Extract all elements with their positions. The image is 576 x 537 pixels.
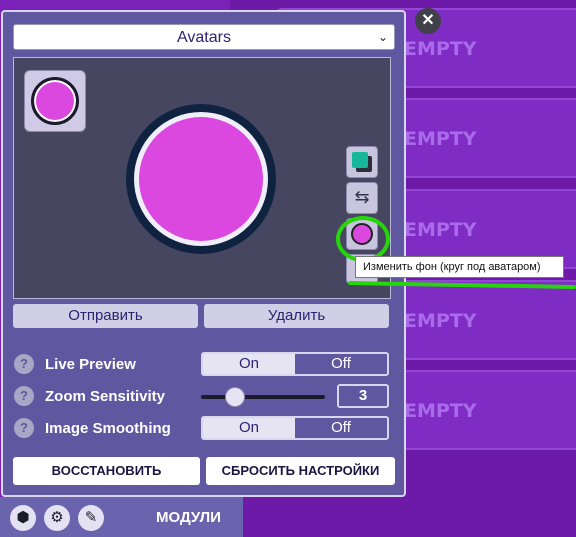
avatar-preview-border (134, 112, 268, 246)
zoom-sensitivity-label: Zoom Sensitivity (45, 388, 166, 405)
help-icon[interactable]: ? (14, 354, 34, 374)
swap-colors-button[interactable]: ⇆ (346, 182, 378, 214)
avatar-type-select[interactable]: Avatars ⌄ (13, 24, 395, 50)
footer-bar: ⬢ ⚙ ✎ МОДУЛИ (0, 497, 243, 537)
image-smoothing-toggle: On Off (201, 416, 389, 440)
slot-empty-label: EMPTY (404, 400, 477, 422)
delete-button[interactable]: Удалить (204, 304, 389, 328)
send-button[interactable]: Отправить (13, 304, 198, 328)
live-preview-toggle: On Off (201, 352, 389, 376)
gear-icon[interactable]: ⚙ (44, 505, 70, 531)
swap-arrows-icon: ⇆ (354, 187, 370, 207)
avatar-thumbnail[interactable] (24, 70, 86, 132)
image-smoothing-label: Image Smoothing (45, 420, 171, 437)
help-icon[interactable]: ? (14, 386, 34, 406)
live-preview-label: Live Preview (45, 356, 136, 373)
image-smoothing-off[interactable]: Off (295, 418, 387, 438)
slot-empty-label: EMPTY (404, 38, 477, 60)
avatar-preview-circle (139, 117, 263, 241)
avatar-preview-ring (126, 104, 276, 254)
avatar-editor-panel: Avatars ⌄ ⇆ Отправить Удалить ? Live Pre… (1, 10, 406, 497)
zoom-slider-handle[interactable] (225, 387, 245, 407)
close-button[interactable]: ✕ (415, 8, 441, 34)
cube-icon[interactable]: ⬢ (10, 505, 36, 531)
slot-empty-label: EMPTY (404, 128, 477, 150)
help-icon[interactable]: ? (14, 418, 34, 438)
live-preview-off[interactable]: Off (295, 354, 387, 374)
color-swatch-icon (352, 152, 368, 168)
reset-settings-button[interactable]: СБРОСИТЬ НАСТРОЙКИ (206, 457, 395, 485)
avatar-type-value: Avatars (177, 29, 231, 46)
color-picker-button[interactable] (346, 146, 378, 178)
zoom-sensitivity-input[interactable]: 3 (337, 384, 389, 408)
avatar-preview-viewport: ⇆ (13, 57, 391, 299)
slot-empty-label: EMPTY (404, 219, 477, 241)
live-preview-on[interactable]: On (203, 354, 295, 374)
wrench-icon[interactable]: ✎ (78, 505, 104, 531)
chevron-down-icon: ⌄ (377, 30, 388, 44)
image-smoothing-on[interactable]: On (203, 418, 295, 438)
change-background-tooltip: Изменить фон (круг под аватаром) (355, 256, 564, 278)
modules-label[interactable]: МОДУЛИ (156, 509, 221, 526)
restore-button[interactable]: ВОССТАНОВИТЬ (13, 457, 200, 485)
avatar-thumbnail-circle (31, 77, 79, 125)
slot-empty-label: EMPTY (404, 310, 477, 332)
zoom-slider-track[interactable] (201, 395, 325, 399)
